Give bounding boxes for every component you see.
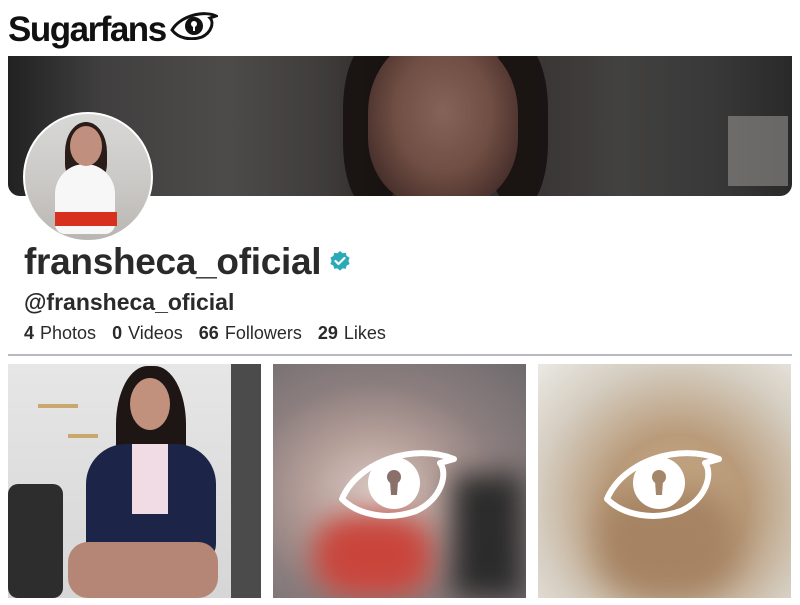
verified-badge-icon — [329, 250, 351, 277]
profile-display-name: fransheca_oficial — [24, 241, 322, 282]
media-thumb-2-locked[interactable] — [273, 364, 526, 598]
stat-videos[interactable]: 0 Videos — [112, 323, 183, 344]
media-thumb-3-locked[interactable] — [538, 364, 791, 598]
site-header: Sugarfans — [8, 8, 220, 50]
profile-name-row: fransheca_oficial — [24, 243, 351, 280]
locked-eye-icon — [601, 441, 727, 526]
stat-photos[interactable]: 4 Photos — [24, 323, 96, 344]
locked-eye-icon — [336, 441, 462, 526]
media-thumb-1[interactable] — [8, 364, 261, 598]
profile-handle: @fransheca_oficial — [24, 289, 235, 315]
stat-likes[interactable]: 29 Likes — [318, 323, 386, 344]
profile-stats: 4 Photos 0 Videos 66 Followers 29 Likes — [24, 323, 386, 344]
stat-followers[interactable]: 66 Followers — [199, 323, 302, 344]
avatar[interactable] — [23, 112, 153, 242]
divider — [8, 354, 792, 356]
eye-logo-icon[interactable] — [169, 10, 220, 45]
brand-logo-text[interactable]: Sugarfans — [8, 12, 167, 47]
